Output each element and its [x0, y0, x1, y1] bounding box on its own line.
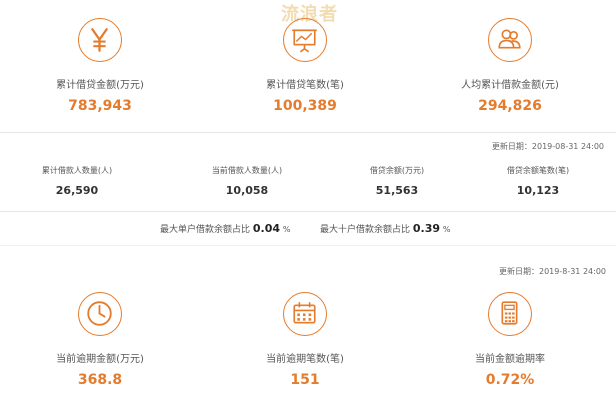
- ratio-value: 0.04: [252, 222, 281, 235]
- stat-current-borrowers: 当前借款人数量(人) 10,058: [187, 165, 307, 198]
- stat-value: 51,563: [375, 184, 419, 197]
- stat-label: 当前逾期笔数(笔): [266, 354, 344, 365]
- update-time: 更新日期：2019-08-31 24:00: [491, 142, 604, 151]
- stat-value: 0.72%: [485, 372, 535, 388]
- stat-label: 当前逾期金额(万元): [56, 354, 144, 365]
- stat-value: 151: [290, 372, 320, 388]
- ratio-max-single: 最大单户借款余额占比 0.04 %: [160, 222, 291, 235]
- stat-value: 368.8: [77, 372, 123, 388]
- cumulative-stats-section: 累计借贷金额(万元) 783,943 累计借贷笔数(笔) 100,389 人均累…: [0, 0, 616, 132]
- stat-label: 累计借贷笔数(笔): [266, 80, 344, 91]
- stat-label: 借贷余额(万元): [369, 166, 425, 175]
- stats-page: 流浪者 累计借贷金额(万元) 783,943 累计借贷笔数(笔) 100,389…: [0, 0, 616, 400]
- stat-cumulative-count: 累计借贷笔数(笔) 100,389: [215, 18, 395, 115]
- stat-value: 783,943: [68, 98, 132, 114]
- stat-cumulative-amount: 累计借贷金额(万元) 783,943: [10, 18, 190, 115]
- stat-value: 26,590: [55, 184, 99, 197]
- stat-label: 累计借款人数量(人): [41, 166, 113, 175]
- stat-label: 当前借款人数量(人): [211, 166, 283, 175]
- stat-value: 294,826: [478, 98, 542, 114]
- stat-value: 100,389: [273, 98, 337, 114]
- section-divider: [0, 132, 616, 133]
- stat-loan-balance: 借贷余额(万元) 51,563: [337, 165, 457, 198]
- stat-label: 人均累计借款金额(元): [461, 80, 559, 91]
- stat-value: 10,058: [225, 184, 269, 197]
- ratio-label: 最大单户借款余额占比: [160, 225, 251, 235]
- stat-label: 借贷余额笔数(笔): [506, 166, 570, 175]
- ratio-unit: %: [282, 225, 291, 234]
- ratio-unit: %: [442, 225, 451, 234]
- stat-overdue-count: 当前逾期笔数(笔) 151: [215, 292, 395, 389]
- section-divider: [0, 245, 616, 246]
- yen-icon: [78, 18, 122, 62]
- section-divider: [0, 211, 616, 212]
- stat-loan-balance-count: 借贷余额笔数(笔) 10,123: [478, 165, 598, 198]
- ratio-max-ten: 最大十户借款余额占比 0.39 %: [320, 222, 451, 235]
- presentation-chart-icon: [283, 18, 327, 62]
- calculator-icon: [488, 292, 532, 336]
- update-time: 更新日期：2019-8-31 24:00: [499, 267, 606, 276]
- ratio-value: 0.39: [412, 222, 441, 235]
- stat-value: 10,123: [516, 184, 560, 197]
- stat-per-capita-amount: 人均累计借款金额(元) 294,826: [420, 18, 600, 115]
- stat-total-borrowers: 累计借款人数量(人) 26,590: [17, 165, 137, 198]
- users-icon: [488, 18, 532, 62]
- stat-label: 当前金额逾期率: [475, 354, 545, 365]
- calendar-icon: [283, 292, 327, 336]
- stat-label: 累计借贷金额(万元): [56, 80, 144, 91]
- ratio-label: 最大十户借款余额占比: [320, 225, 411, 235]
- stat-overdue-rate: 当前金额逾期率 0.72%: [420, 292, 600, 389]
- clock-icon: [78, 292, 122, 336]
- stat-overdue-amount: 当前逾期金额(万元) 368.8: [10, 292, 190, 389]
